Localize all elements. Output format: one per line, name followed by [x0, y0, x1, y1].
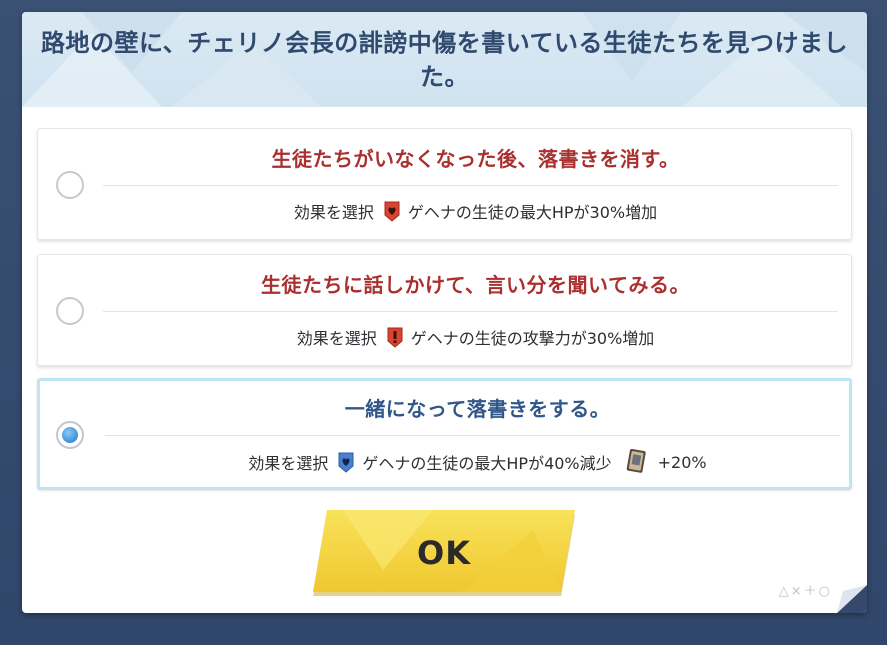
blue-heart-shield-icon — [336, 451, 356, 473]
effect-row: 効果を選択 ゲヘナの生徒の最大HPが40%減少 +20% — [105, 448, 850, 475]
option-title: 一緒になって落書きをする。 — [344, 397, 611, 421]
divider — [103, 311, 838, 312]
choice-dialog: 路地の壁に、チェリノ会長の誹謗中傷を書いている生徒たちを見つけました。 生徒たち… — [22, 12, 867, 613]
dialog-title: 路地の壁に、チェリノ会長の誹謗中傷を書いている生徒たちを見つけました。 — [40, 29, 849, 91]
divider — [105, 435, 840, 436]
radio-button-selected[interactable] — [56, 421, 84, 449]
effect-text: ゲヘナの生徒の最大HPが40%減少 — [362, 454, 612, 473]
divider — [103, 185, 838, 186]
effect-row: 効果を選択 ゲヘナの生徒の最大HPが30%増加 — [103, 199, 848, 223]
decoration-symbols: △×＋○ — [778, 584, 832, 599]
bonus-text: +20% — [657, 452, 707, 472]
effect-label: 効果を選択 — [296, 329, 377, 348]
effect-label: 効果を選択 — [293, 203, 374, 222]
radio-button[interactable] — [56, 171, 84, 199]
radio-button[interactable] — [56, 297, 84, 325]
ok-button[interactable]: OK — [313, 510, 575, 596]
option-title: 生徒たちに話しかけて、言い分を聞いてみる。 — [261, 273, 690, 297]
effect-text: ゲヘナの生徒の最大HPが30%増加 — [407, 203, 658, 222]
choice-option-2[interactable]: 生徒たちに話しかけて、言い分を聞いてみる。 効果を選択 ゲヘナの生徒の攻撃力が3… — [37, 254, 852, 366]
effect-row: 効果を選択 ゲヘナの生徒の攻撃力が30%増加 — [103, 325, 848, 349]
ok-button-label: OK — [417, 534, 471, 572]
card-icon — [626, 448, 648, 475]
choice-option-1[interactable]: 生徒たちがいなくなった後、落書きを消す。 効果を選択 ゲヘナの生徒の最大HPが3… — [37, 128, 852, 240]
red-exclamation-shield-icon — [385, 326, 405, 348]
choice-option-3[interactable]: 一緒になって落書きをする。 効果を選択 ゲヘナの生徒の最大HPが40%減少 +2… — [37, 378, 852, 490]
dialog-header: 路地の壁に、チェリノ会長の誹謗中傷を書いている生徒たちを見つけました。 — [22, 12, 867, 107]
effect-label: 効果を選択 — [248, 454, 329, 473]
option-title: 生徒たちがいなくなった後、落書きを消す。 — [271, 147, 680, 171]
red-heart-shield-icon — [382, 200, 402, 222]
page-curl-corner — [837, 585, 867, 613]
effect-text: ゲヘナの生徒の攻撃力が30%増加 — [410, 329, 655, 348]
